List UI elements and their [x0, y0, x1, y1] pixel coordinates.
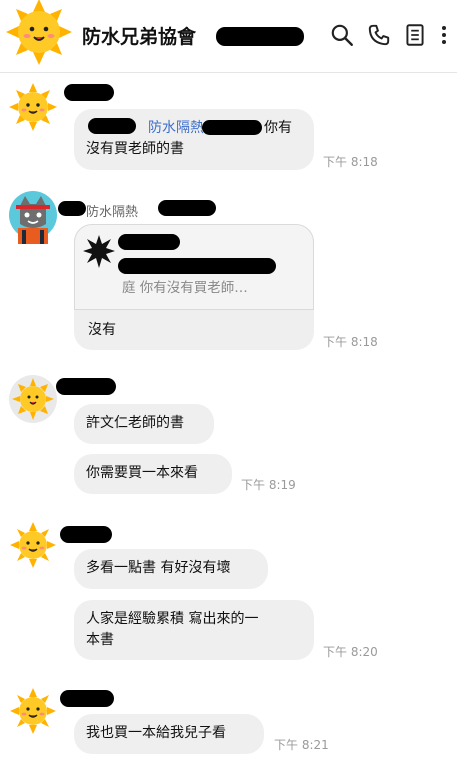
sender-avatar[interactable]	[8, 190, 58, 245]
sender-name: 防水隔熱	[86, 205, 139, 220]
timestamp: 下午 8:19	[241, 478, 296, 492]
timestamp: 下午 8:21	[274, 738, 329, 752]
message-text: 我也買一本給我兒子看	[86, 725, 226, 741]
quoted-text: 庭 你有沒有買老師…	[122, 280, 248, 296]
chat-header: 防水兄弟協會	[0, 0, 457, 73]
message-text: 本書	[86, 632, 114, 648]
redaction-bar	[60, 690, 114, 707]
redaction-bar	[216, 27, 304, 46]
message-text: 許文仁老師的書	[86, 415, 184, 431]
sender-avatar[interactable]	[8, 82, 58, 132]
redaction-bar	[118, 258, 276, 274]
message-bubble[interactable]: 人家是經驗累積 寫出來的一 本書	[74, 600, 314, 660]
phone-icon[interactable]	[366, 22, 392, 48]
redaction-bar	[158, 200, 216, 216]
redaction-bar	[60, 526, 112, 543]
message-bubble[interactable]: 多看一點書 有好沒有壞	[74, 549, 268, 589]
timestamp: 下午 8:18	[323, 335, 378, 349]
search-icon[interactable]	[329, 22, 355, 48]
message-bubble[interactable]: 許文仁老師的書	[74, 404, 214, 444]
sender-avatar[interactable]	[8, 520, 58, 570]
quoted-avatar	[83, 235, 115, 268]
mention-link[interactable]: 防水隔熱	[148, 120, 204, 136]
message-text: 你有	[264, 120, 292, 136]
chat-title: 防水兄弟協會	[82, 26, 197, 48]
more-icon[interactable]	[434, 22, 454, 48]
message-bubble[interactable]: 庭 你有沒有買老師… 沒有	[74, 224, 314, 350]
sender-avatar[interactable]	[8, 686, 58, 736]
redaction-bar	[202, 120, 262, 135]
redaction-bar	[118, 234, 180, 250]
message-text: 你需要買一本來看	[86, 465, 198, 481]
timestamp: 下午 8:20	[323, 645, 378, 659]
message-text: 沒有買老師的書	[86, 141, 184, 157]
message-bubble[interactable]: 我也買一本給我兒子看	[74, 714, 264, 754]
message-text: 人家是經驗累積 寫出來的一	[86, 611, 259, 627]
redaction-bar	[88, 118, 136, 134]
redaction-bar	[58, 201, 86, 216]
message-bubble[interactable]: 你需要買一本來看	[74, 454, 232, 494]
timestamp: 下午 8:18	[323, 155, 378, 169]
message-text: 多看一點書 有好沒有壞	[86, 560, 231, 576]
message-text: 沒有	[88, 322, 116, 338]
sender-avatar[interactable]	[8, 374, 58, 424]
group-avatar[interactable]	[2, 0, 76, 66]
redaction-bar	[64, 84, 114, 101]
redaction-bar	[56, 378, 116, 395]
notes-icon[interactable]	[402, 22, 428, 48]
